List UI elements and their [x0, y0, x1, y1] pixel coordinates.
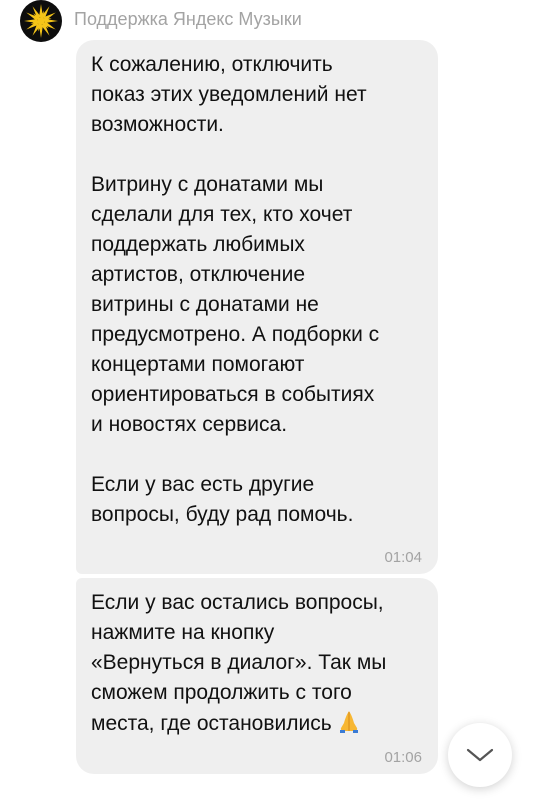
sender-avatar[interactable] — [20, 0, 62, 42]
message-content: Если у вас остались вопросы, нажмите на … — [91, 588, 422, 739]
message-time: 01:06 — [384, 749, 422, 766]
scroll-to-bottom-button[interactable] — [448, 723, 512, 787]
message-bubble[interactable]: Если у вас остались вопросы, нажмите на … — [76, 578, 438, 774]
message-time: 01:04 — [384, 549, 422, 566]
message-bubble[interactable]: К сожалению, отключить показ этих уведом… — [76, 40, 438, 574]
chat-header: Поддержка Яндекс Музыки — [0, 0, 539, 44]
yandex-music-sun-icon — [24, 4, 58, 38]
folded-hands-icon — [336, 708, 362, 734]
chevron-down-icon — [466, 748, 494, 762]
message-text: К сожалению, отключить показ этих уведом… — [91, 53, 380, 526]
sender-name: Поддержка Яндекс Музыки — [74, 9, 302, 29]
